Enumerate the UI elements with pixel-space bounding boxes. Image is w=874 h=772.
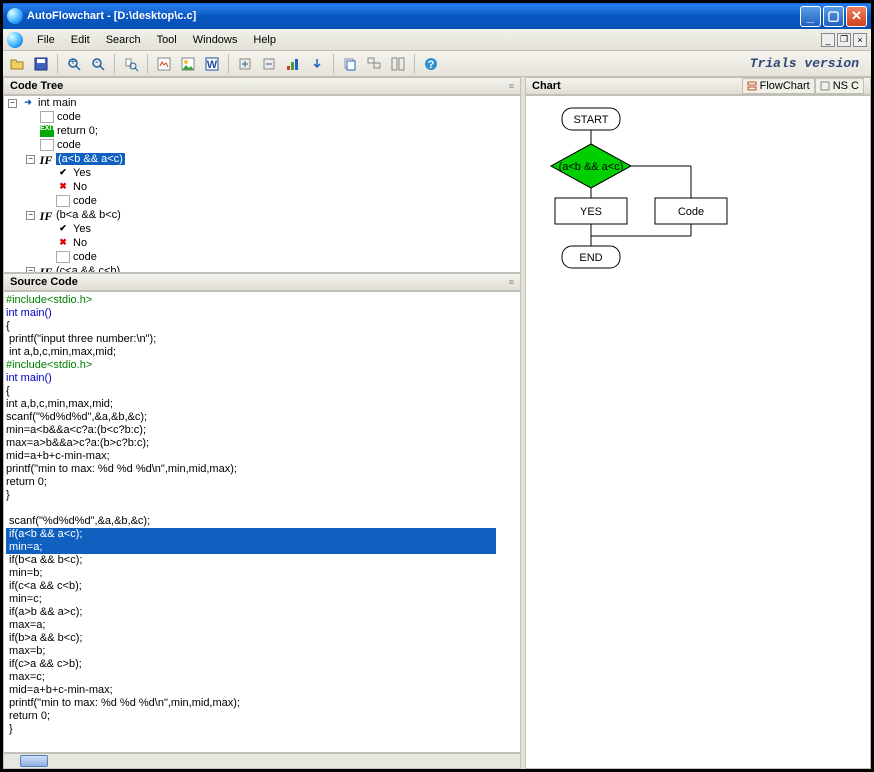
copy-icon[interactable] bbox=[340, 54, 360, 74]
svg-text:END: END bbox=[579, 252, 602, 264]
source-code-view[interactable]: #include<stdio.h> int main() { printf("i… bbox=[3, 291, 521, 753]
collapse-icon[interactable]: ≈ bbox=[509, 277, 514, 287]
open-icon[interactable] bbox=[7, 54, 27, 74]
window-title: AutoFlowchart - [D:\desktop\c.c] bbox=[27, 10, 800, 22]
collapse-icon[interactable] bbox=[259, 54, 279, 74]
tree-node-code[interactable]: code bbox=[4, 138, 520, 152]
tree-node-code[interactable]: code bbox=[4, 250, 520, 264]
tree-node-code[interactable]: code bbox=[4, 110, 520, 124]
chart-icon[interactable] bbox=[283, 54, 303, 74]
doc-close-button[interactable]: × bbox=[853, 33, 867, 47]
export-svg-icon[interactable] bbox=[154, 54, 174, 74]
trials-label: Trials version bbox=[750, 56, 867, 71]
code-tree[interactable]: −➜int main code EXITreturn 0; code −IF(a… bbox=[3, 95, 521, 273]
svg-text:W: W bbox=[207, 59, 218, 71]
find-icon[interactable] bbox=[121, 54, 141, 74]
tree-node-if2[interactable]: −IF(b<a && b<c) bbox=[4, 208, 520, 222]
svg-text:START: START bbox=[573, 114, 608, 126]
tree-node-no[interactable]: No bbox=[4, 236, 520, 250]
zoom-in-icon[interactable]: + bbox=[64, 54, 84, 74]
tab-nsc[interactable]: NS C bbox=[815, 78, 864, 94]
app-icon bbox=[7, 8, 23, 24]
help-icon[interactable]: ? bbox=[421, 54, 441, 74]
minimize-button[interactable]: _ bbox=[800, 6, 821, 27]
doc-minimize-button[interactable]: _ bbox=[821, 33, 835, 47]
menu-help[interactable]: Help bbox=[245, 32, 284, 48]
tree-node-return[interactable]: EXITreturn 0; bbox=[4, 124, 520, 138]
tree-node-code[interactable]: code bbox=[4, 194, 520, 208]
chart-header: Chart FlowChart NS C bbox=[525, 77, 871, 95]
codetree-header: Code Tree≈ bbox=[3, 77, 521, 95]
windows-icon[interactable] bbox=[364, 54, 384, 74]
menu-windows[interactable]: Windows bbox=[185, 32, 246, 48]
maximize-button[interactable]: ▢ bbox=[823, 6, 844, 27]
tile-icon[interactable] bbox=[388, 54, 408, 74]
menu-file[interactable]: File bbox=[29, 32, 63, 48]
menu-edit[interactable]: Edit bbox=[63, 32, 98, 48]
menubar: File Edit Search Tool Windows Help _ ❐ × bbox=[3, 29, 871, 51]
toolbar: + - W ? Trials version bbox=[3, 51, 871, 77]
tree-node-main[interactable]: −➜int main bbox=[4, 96, 520, 110]
titlebar: AutoFlowchart - [D:\desktop\c.c] _ ▢ ✕ bbox=[3, 3, 871, 29]
collapse-icon[interactable]: ≈ bbox=[509, 81, 514, 91]
tree-node-if1[interactable]: −IF(a<b && a<c) bbox=[4, 152, 520, 166]
tree-node-yes[interactable]: Yes bbox=[4, 166, 520, 180]
flowchart-canvas[interactable]: START (a<b && a<c) YES Code bbox=[525, 95, 871, 769]
tree-node-no[interactable]: No bbox=[4, 180, 520, 194]
close-button[interactable]: ✕ bbox=[846, 6, 867, 27]
svg-text:+: + bbox=[70, 56, 76, 68]
tab-flowchart[interactable]: FlowChart bbox=[742, 78, 815, 94]
tree-node-if3[interactable]: −IF(c<a && c<b) bbox=[4, 264, 520, 273]
sourcecode-header: Source Code≈ bbox=[3, 273, 521, 291]
export-bmp-icon[interactable] bbox=[178, 54, 198, 74]
svg-text:Code: Code bbox=[678, 206, 704, 218]
save-icon[interactable] bbox=[31, 54, 51, 74]
svg-text:(a<b && a<c): (a<b && a<c) bbox=[559, 161, 624, 173]
svg-text:?: ? bbox=[428, 59, 435, 71]
app-icon bbox=[7, 32, 23, 48]
down-icon[interactable] bbox=[307, 54, 327, 74]
export-word-icon[interactable]: W bbox=[202, 54, 222, 74]
horizontal-scrollbar[interactable] bbox=[3, 753, 521, 769]
menu-tool[interactable]: Tool bbox=[149, 32, 185, 48]
doc-restore-button[interactable]: ❐ bbox=[837, 33, 851, 47]
tree-node-yes[interactable]: Yes bbox=[4, 222, 520, 236]
svg-text:-: - bbox=[95, 56, 99, 68]
menu-search[interactable]: Search bbox=[98, 32, 149, 48]
zoom-out-icon[interactable]: - bbox=[88, 54, 108, 74]
svg-text:YES: YES bbox=[580, 206, 602, 218]
expand-icon[interactable] bbox=[235, 54, 255, 74]
